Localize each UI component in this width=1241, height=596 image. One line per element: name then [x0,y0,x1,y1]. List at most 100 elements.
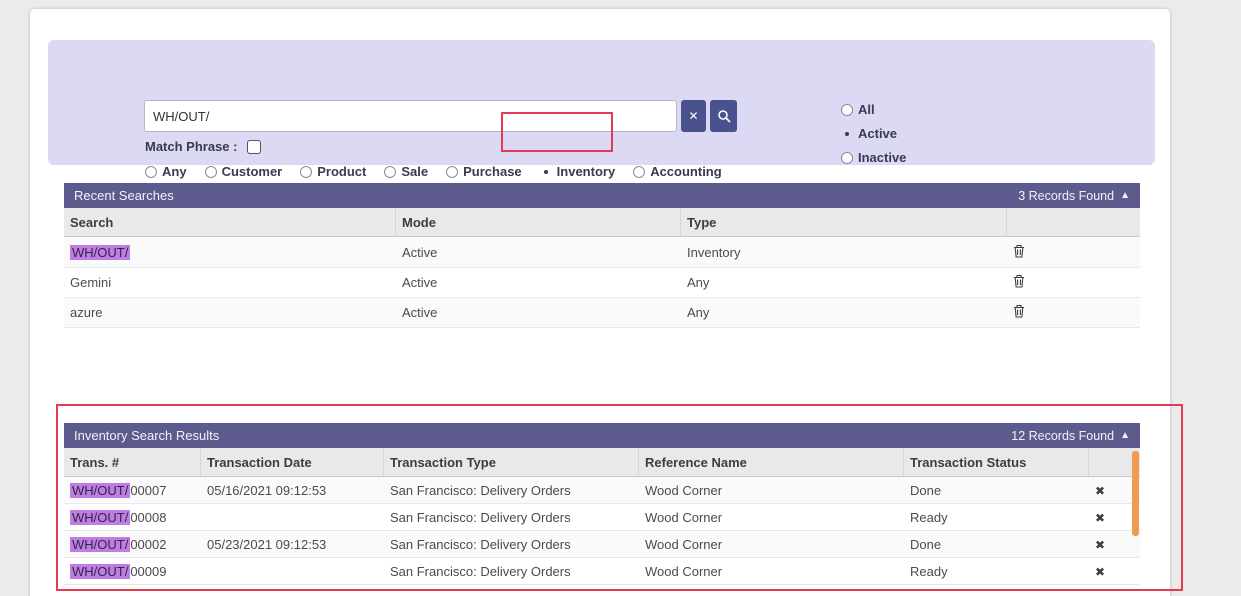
remove-result-icon[interactable]: ✖ [1095,484,1105,498]
reference-name: Wood Corner [639,537,904,552]
search-button[interactable] [710,100,737,132]
trans-prefix: WH/OUT/ [70,483,130,498]
search-input[interactable] [144,100,677,132]
recent-searches-title: Recent Searches [74,188,174,203]
collapse-icon[interactable]: ▲ [1120,430,1130,441]
radio-inactive-label: Inactive [858,150,906,165]
transaction-date: 05/23/2021 09:12:53 [201,537,384,552]
remove-result-icon[interactable]: ✖ [1095,538,1105,552]
result-row[interactable]: WH/OUT/00008 San Francisco: Delivery Ord… [64,504,1140,531]
reference-name: Wood Corner [639,564,904,579]
trash-icon[interactable] [1013,244,1025,258]
recent-search-row[interactable]: WH/OUT/ Active Inventory [64,238,1140,268]
radio-active-icon[interactable] [841,128,853,140]
radio-active[interactable]: Active [841,126,906,141]
trans-prefix: WH/OUT/ [70,510,130,525]
reference-name: Wood Corner [639,510,904,525]
inventory-results-title: Inventory Search Results [74,428,219,443]
col-transaction-date: Transaction Date [201,448,384,476]
results-scrollbar[interactable] [1132,451,1139,536]
transaction-type: San Francisco: Delivery Orders [384,483,639,498]
radio-all-icon[interactable] [841,104,853,116]
clear-icon: ✕ [688,109,698,123]
inventory-results-column-headers: Trans. # Transaction Date Transaction Ty… [64,448,1140,477]
search-panel: ✕ Match Phrase : Any Customer Product [48,40,1155,165]
transaction-status: Ready [904,564,1089,579]
search-term: WH/OUT/ [70,245,130,260]
result-row[interactable]: WH/OUT/00007 05/16/2021 09:12:53 San Fra… [64,477,1140,504]
result-row[interactable]: WH/OUT/00002 05/23/2021 09:12:53 San Fra… [64,531,1140,558]
radio-accounting-icon[interactable] [633,166,645,178]
transaction-type: San Francisco: Delivery Orders [384,537,639,552]
radio-purchase-icon[interactable] [446,166,458,178]
search-term: Gemini [64,275,396,290]
radio-inactive[interactable]: Inactive [841,150,906,165]
recent-search-row[interactable]: Gemini Active Any [64,268,1140,298]
col-transaction-type: Transaction Type [384,448,639,476]
radio-customer-icon[interactable] [205,166,217,178]
search-term: azure [64,305,396,320]
col-trans-num: Trans. # [64,448,201,476]
col-mode: Mode [396,208,681,236]
trash-icon[interactable] [1013,304,1025,318]
inventory-results-records-toggle[interactable]: 12 Records Found ▲ [1011,429,1130,443]
trans-suffix: 00008 [130,510,166,525]
transaction-status: Done [904,537,1089,552]
radio-accounting-label: Accounting [650,164,722,179]
radio-accounting[interactable]: Accounting [633,164,722,179]
remove-result-icon[interactable]: ✖ [1095,565,1105,579]
radio-any[interactable]: Any [145,164,187,179]
trans-prefix: WH/OUT/ [70,537,130,552]
trans-suffix: 00002 [130,537,166,552]
match-phrase-label: Match Phrase : [145,139,237,154]
recent-search-row[interactable]: azure Active Any [64,298,1140,328]
transaction-type: San Francisco: Delivery Orders [384,510,639,525]
status-radio-group: All Active Inactive [841,102,906,165]
search-type: Any [681,305,1007,320]
radio-customer[interactable]: Customer [205,164,283,179]
radio-any-icon[interactable] [145,166,157,178]
inventory-results-count: 12 Records Found [1011,429,1114,443]
radio-all-label: All [858,102,875,117]
collapse-icon[interactable]: ▲ [1120,190,1130,201]
recent-searches-column-headers: Search Mode Type [64,208,1140,237]
search-mode-radio-group: Any Customer Product Sale Purchase Inven… [145,164,722,179]
reference-name: Wood Corner [639,483,904,498]
radio-product-icon[interactable] [300,166,312,178]
radio-sale-icon[interactable] [384,166,396,178]
search-mode: Active [396,275,681,290]
col-actions [1007,208,1140,236]
result-row[interactable]: WH/OUT/00009 San Francisco: Delivery Ord… [64,558,1140,585]
radio-inventory[interactable]: Inventory [540,164,616,179]
radio-inventory-icon[interactable] [540,166,552,178]
radio-sale-label: Sale [401,164,428,179]
recent-searches-records-toggle[interactable]: 3 Records Found ▲ [1018,189,1130,203]
transaction-type: San Francisco: Delivery Orders [384,564,639,579]
col-transaction-status: Transaction Status [904,448,1089,476]
trash-icon[interactable] [1013,274,1025,288]
remove-result-icon[interactable]: ✖ [1095,511,1105,525]
trans-suffix: 00007 [130,483,166,498]
search-type: Inventory [681,245,1007,260]
radio-active-label: Active [858,126,897,141]
recent-searches-header: Recent Searches 3 Records Found ▲ [64,183,1140,208]
transaction-status: Ready [904,510,1089,525]
radio-product[interactable]: Product [300,164,366,179]
transaction-status: Done [904,483,1089,498]
screen: ✕ Match Phrase : Any Customer Product [0,0,1241,596]
search-icon [717,109,731,123]
clear-search-button[interactable]: ✕ [681,100,706,132]
trans-suffix: 00009 [130,564,166,579]
radio-purchase[interactable]: Purchase [446,164,522,179]
radio-sale[interactable]: Sale [384,164,428,179]
recent-searches-count: 3 Records Found [1018,189,1114,203]
radio-customer-label: Customer [222,164,283,179]
radio-all[interactable]: All [841,102,906,117]
radio-inventory-label: Inventory [557,164,616,179]
col-search: Search [64,208,396,236]
col-reference-name: Reference Name [639,448,904,476]
match-phrase-checkbox[interactable] [247,140,261,154]
radio-product-label: Product [317,164,366,179]
inventory-results-header: Inventory Search Results 12 Records Foun… [64,423,1140,448]
radio-inactive-icon[interactable] [841,152,853,164]
